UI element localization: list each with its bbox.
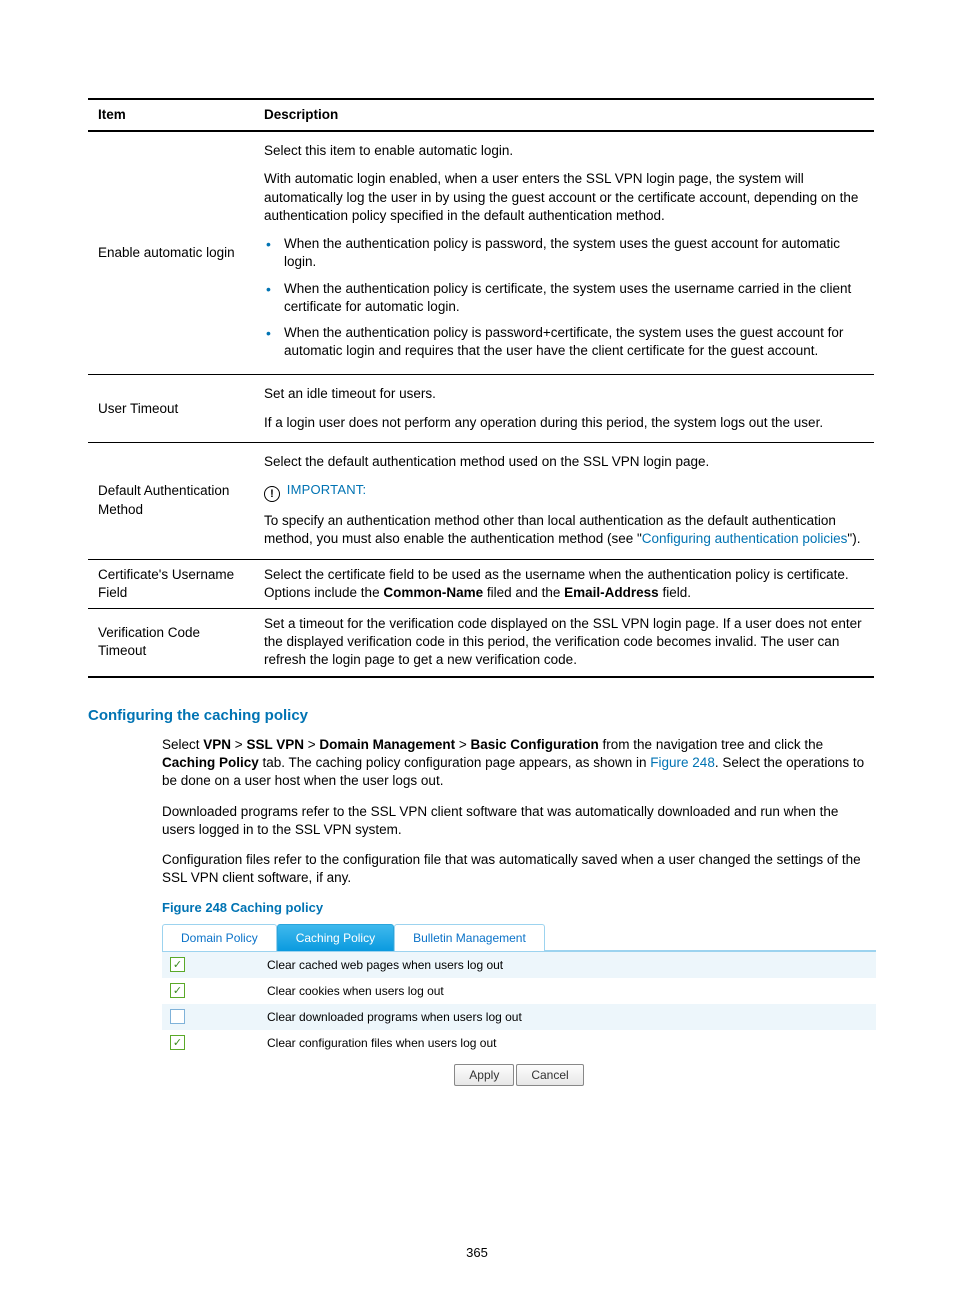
- link-config-auth-policies[interactable]: Configuring authentication policies: [642, 531, 848, 546]
- bullet: When the authentication policy is passwo…: [264, 235, 866, 271]
- table-row: User Timeout Set an idle timeout for use…: [88, 375, 874, 442]
- text: Select: [162, 737, 203, 752]
- text: ").: [847, 531, 860, 546]
- section-heading: Configuring the caching policy: [88, 706, 874, 726]
- text: Set an idle timeout for users.: [264, 385, 866, 403]
- important-icon: !: [264, 486, 280, 502]
- option-label: Clear configuration files when users log…: [267, 1035, 496, 1051]
- tab-bulletin-management[interactable]: Bulletin Management: [394, 924, 545, 951]
- text: from the navigation tree and click the: [599, 737, 823, 752]
- tab-caching-policy[interactable]: Caching Policy: [277, 924, 394, 951]
- text: Select the default authentication method…: [264, 453, 866, 471]
- text: To specify an authentication method othe…: [264, 512, 866, 548]
- row4-item: Certificate's Username Field: [88, 559, 256, 608]
- apply-button[interactable]: Apply: [454, 1064, 514, 1086]
- row4-desc: Select the certificate field to be used …: [256, 559, 874, 608]
- checkbox-clear-downloaded[interactable]: ✓: [170, 1009, 185, 1024]
- bold-email-address: Email-Address: [564, 585, 659, 600]
- sep: >: [231, 737, 246, 752]
- bullet-list: When the authentication policy is passwo…: [264, 235, 866, 360]
- breadcrumb-domain-mgmt: Domain Management: [319, 737, 455, 752]
- checkbox-clear-cached-web[interactable]: ✓: [170, 957, 185, 972]
- option-label: Clear cached web pages when users log ou…: [267, 957, 503, 973]
- figure-248: Domain Policy Caching Policy Bulletin Ma…: [162, 923, 876, 1090]
- text: Select this item to enable automatic log…: [264, 142, 866, 160]
- breadcrumb-basic-config: Basic Configuration: [471, 737, 599, 752]
- option-row: ✓ Clear cookies when users log out: [162, 978, 876, 1004]
- table-row: Certificate's Username Field Select the …: [88, 559, 874, 608]
- row5-item: Verification Code Timeout: [88, 608, 256, 676]
- paragraph: Configuration files refer to the configu…: [162, 851, 874, 887]
- row1-desc: Select this item to enable automatic log…: [256, 131, 874, 375]
- tab-spacer: [545, 923, 876, 951]
- table-row: Enable automatic login Select this item …: [88, 131, 874, 375]
- row2-item: User Timeout: [88, 375, 256, 442]
- text: With automatic login enabled, when a use…: [264, 170, 866, 225]
- description-table: Item Description Enable automatic login …: [88, 98, 874, 678]
- sep: >: [304, 737, 319, 752]
- section-body: Select VPN > SSL VPN > Domain Management…: [88, 736, 874, 1090]
- table-row: Default Authentication Method Select the…: [88, 442, 874, 559]
- checkbox-clear-cookies[interactable]: ✓: [170, 983, 185, 998]
- page-container: Item Description Enable automatic login …: [0, 0, 954, 1090]
- option-row: ✓ Clear downloaded programs when users l…: [162, 1004, 876, 1030]
- text: field.: [659, 585, 691, 600]
- bullet: When the authentication policy is passwo…: [264, 324, 866, 360]
- important-callout: ! IMPORTANT:: [264, 481, 866, 502]
- text: filed and the: [483, 585, 564, 600]
- row5-desc: Set a timeout for the verification code …: [256, 608, 874, 676]
- text: If a login user does not perform any ope…: [264, 414, 866, 432]
- important-label: IMPORTANT:: [287, 482, 367, 497]
- tab-name-caching-policy: Caching Policy: [162, 755, 259, 770]
- row1-item: Enable automatic login: [88, 131, 256, 375]
- figure-caption: Figure 248 Caching policy: [162, 899, 874, 917]
- th-item: Item: [88, 99, 256, 131]
- option-label: Clear downloaded programs when users log…: [267, 1009, 522, 1025]
- text: tab. The caching policy configuration pa…: [259, 755, 651, 770]
- paragraph: Downloaded programs refer to the SSL VPN…: [162, 803, 874, 839]
- option-row: ✓ Clear configuration files when users l…: [162, 1030, 876, 1056]
- option-label: Clear cookies when users log out: [267, 983, 444, 999]
- tab-row: Domain Policy Caching Policy Bulletin Ma…: [162, 923, 876, 952]
- cancel-button[interactable]: Cancel: [516, 1064, 583, 1086]
- paragraph: Select VPN > SSL VPN > Domain Management…: [162, 736, 874, 791]
- page-number: 365: [0, 1244, 954, 1262]
- row3-item: Default Authentication Method: [88, 442, 256, 559]
- button-row: ApplyCancel: [162, 1056, 876, 1090]
- checkbox-clear-config-files[interactable]: ✓: [170, 1035, 185, 1050]
- option-row: ✓ Clear cached web pages when users log …: [162, 952, 876, 978]
- th-desc: Description: [256, 99, 874, 131]
- tab-domain-policy[interactable]: Domain Policy: [162, 924, 277, 951]
- row2-desc: Set an idle timeout for users. If a logi…: [256, 375, 874, 442]
- breadcrumb-vpn: VPN: [203, 737, 231, 752]
- bold-common-name: Common-Name: [383, 585, 483, 600]
- sep: >: [455, 737, 470, 752]
- link-figure-248[interactable]: Figure 248: [650, 755, 715, 770]
- table-row: Verification Code Timeout Set a timeout …: [88, 608, 874, 676]
- row3-desc: Select the default authentication method…: [256, 442, 874, 559]
- breadcrumb-sslvpn: SSL VPN: [246, 737, 304, 752]
- bullet: When the authentication policy is certif…: [264, 280, 866, 316]
